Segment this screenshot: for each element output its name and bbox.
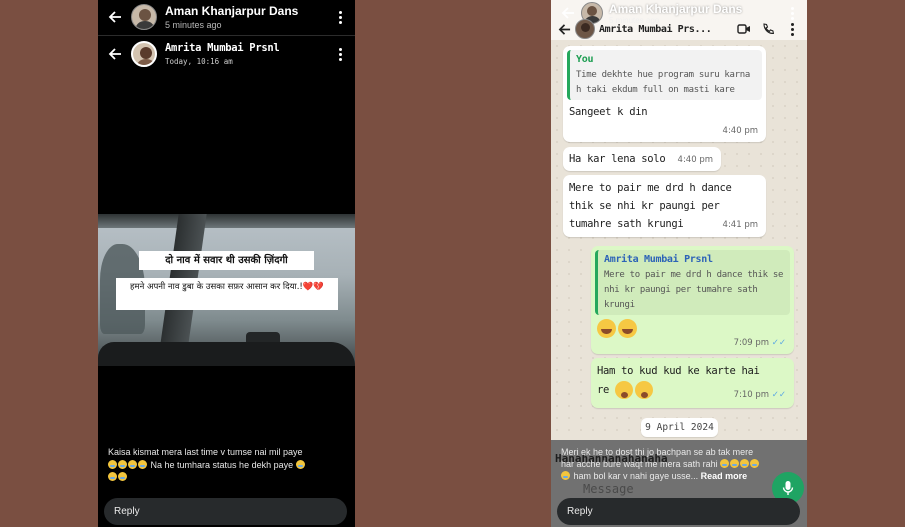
- status-caption: Kaisa kismat mera last time v tumse nai …: [108, 446, 348, 484]
- phone-call-icon[interactable]: [761, 22, 775, 36]
- back-arrow-icon[interactable]: [553, 18, 575, 40]
- message-bubble-outgoing: Ham to kud kud ke karte hai re 7:10 pm ✓…: [591, 358, 794, 408]
- message-text: Sangeet k din: [569, 106, 648, 118]
- caption-line-1: Kaisa kismat mera last time v tumse nai …: [108, 447, 303, 457]
- message-time: 4:40 pm: [722, 126, 758, 136]
- status-time: 5 minutes ago: [165, 20, 222, 30]
- video-call-icon[interactable]: [737, 22, 751, 36]
- chat-name[interactable]: Amrita Mumbai Prs...: [599, 24, 737, 35]
- caption-line-3: ham bol kar v nahi gaye usse...: [573, 471, 699, 481]
- message-time-status: 7:10 pm ✓✓: [734, 386, 786, 405]
- inner-author-name: Amrita Mumbai Prsnl: [165, 42, 280, 54]
- photo-caption-2-text: हमने अपनी नाव डुबा के उसका सफ़र आसान कर …: [129, 282, 303, 292]
- grinning-emoji-icon: [597, 319, 616, 338]
- date-separator: 9 April 2024: [641, 418, 718, 437]
- back-arrow-icon[interactable]: [104, 43, 126, 65]
- left-status-panel: Aman Khanjarpur Dans 5 minutes ago Amrit…: [98, 0, 355, 527]
- message-text: Ham to kud kud ke karte hai: [597, 365, 760, 377]
- quoted-message[interactable]: You Time dekhte hue program suru karna h…: [567, 50, 762, 100]
- reply-input[interactable]: Reply: [557, 498, 800, 525]
- message-composer[interactable]: Message: [583, 482, 634, 496]
- astonished-emoji-icon: [635, 381, 654, 399]
- grinning-emoji-icon: [618, 319, 637, 338]
- crying-emoji-icon: [561, 471, 570, 480]
- caption-line-2: Na he tumhara status he dekh paye: [150, 459, 294, 470]
- read-ticks-icon: ✓✓: [771, 338, 786, 348]
- avatar[interactable]: [575, 19, 595, 39]
- message-bubble: Ha kar lena solo 4:40 pm: [563, 147, 721, 171]
- avatar[interactable]: [131, 4, 157, 30]
- status-header: Aman Khanjarpur Dans 5 minutes ago: [98, 0, 355, 34]
- crying-emoji-icon: [740, 459, 750, 468]
- crying-emoji-icon: [118, 459, 127, 469]
- quoted-author: Amrita Mumbai Prsnl: [604, 254, 713, 265]
- quoted-author: You: [576, 54, 594, 65]
- chat-header: Amrita Mumbai Prs...: [551, 18, 807, 40]
- crying-emoji-icon: [108, 472, 117, 481]
- chat-screenshot-body: You Time dekhte hue program suru karna h…: [551, 40, 807, 440]
- avatar[interactable]: [131, 41, 157, 67]
- crying-emoji-icon: [750, 459, 760, 468]
- message-time: 4:41 pm: [722, 220, 758, 230]
- read-ticks-icon: ✓✓: [771, 390, 786, 400]
- read-more-link[interactable]: Read more: [701, 471, 748, 481]
- status-author-name: Aman Khanjarpur Dans: [165, 4, 299, 18]
- message-time: 7:10 pm: [733, 390, 770, 400]
- status-author-name: Aman Khanjarpur Dans: [609, 1, 743, 16]
- quoted-text: Time dekhte hue program suru karna h tak…: [576, 70, 751, 95]
- hearts: ❤️💔: [302, 282, 325, 292]
- reply-input[interactable]: Reply: [104, 498, 347, 525]
- crying-emoji-icon: [118, 472, 127, 481]
- divider: [98, 35, 355, 36]
- more-options-icon[interactable]: [333, 47, 347, 61]
- message-bubble: You Time dekhte hue program suru karna h…: [563, 46, 766, 142]
- message-time-status: 7:09 pm ✓✓: [734, 335, 786, 351]
- inner-status-time: Today, 10:16 am: [165, 57, 233, 66]
- crying-emoji-icon: [108, 459, 117, 469]
- right-status-panel: You Time dekhte hue program suru karna h…: [551, 0, 807, 527]
- crying-emoji-icon: [295, 459, 305, 469]
- photo-caption-1: दो नाव में सवार थी उसकी ज़िंदगी: [139, 251, 314, 270]
- crying-emoji-icon: [138, 459, 147, 469]
- crying-emoji-icon: [128, 459, 137, 469]
- astonished-emoji-icon: [615, 381, 634, 399]
- status-caption: Meri ek he to dost thi jo bachpan se ab …: [561, 446, 793, 482]
- photo-caption-2: हमने अपनी नाव डुबा के उसका सफ़र आसान कर …: [116, 278, 338, 310]
- status-author[interactable]: Aman Khanjarpur Dans 5 minutes ago: [165, 4, 333, 30]
- car-roof: [98, 214, 355, 228]
- more-options-icon[interactable]: [785, 22, 799, 36]
- status-header: Aman Khanjarpur Dans 5 minutes ago Amrit…: [551, 0, 807, 40]
- message-time: 4:40 pm: [677, 155, 713, 165]
- status-photo: दो नाव में सवार थी उसकी ज़िंदगी हमने अपन…: [98, 214, 355, 366]
- inner-status-header: Amrita Mumbai Prsnl Today, 10:16 am: [98, 38, 355, 70]
- message-text: Mere to pair me drd h dance thik se nhi …: [569, 182, 732, 230]
- crying-emoji-icon: [720, 459, 730, 468]
- dashboard: [98, 342, 355, 366]
- quoted-message[interactable]: Amrita Mumbai Prsnl Mere to pair me drd …: [595, 250, 790, 315]
- message-text-2: re: [597, 384, 610, 396]
- inner-status-author[interactable]: Amrita Mumbai Prsnl Today, 10:16 am: [165, 42, 333, 66]
- back-arrow-icon[interactable]: [104, 6, 126, 28]
- quoted-text: Mere to pair me drd h dance thik se nhi …: [604, 270, 784, 310]
- message-bubble: Mere to pair me drd h dance thik se nhi …: [563, 175, 766, 237]
- caption-line-1: Meri ek he to dost thi jo bachpan se ab …: [561, 447, 754, 457]
- message-text: Ha kar lena solo: [569, 153, 666, 165]
- crying-emoji-icon: [730, 459, 740, 468]
- message-time: 7:09 pm: [733, 338, 770, 348]
- caption-line-2: har acche bure waqt me mera sath rahi: [561, 459, 718, 469]
- more-options-icon[interactable]: [333, 10, 347, 24]
- message-bubble-outgoing: Amrita Mumbai Prsnl Mere to pair me drd …: [591, 246, 794, 354]
